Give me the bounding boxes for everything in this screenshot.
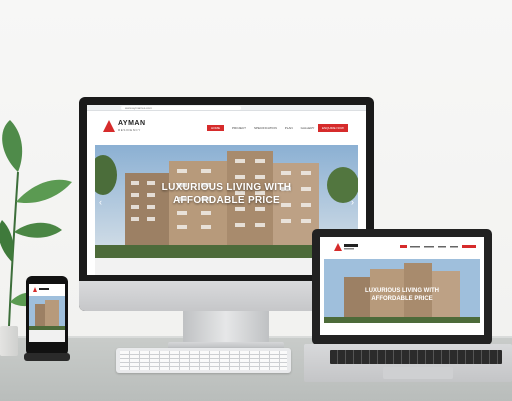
site-header: AYMAN RESIDENCY HOME PROJECT SPECIFICATI…	[87, 111, 366, 139]
imac-stand	[183, 311, 269, 345]
phone-screen	[29, 284, 65, 342]
nav-project[interactable]: PROJECT	[232, 125, 246, 131]
logo-name: AYMAN	[118, 120, 146, 127]
nav-specification[interactable]: SPECIFICATION	[254, 125, 277, 131]
enquire-button[interactable]: ENQUIRE NOW	[318, 124, 348, 132]
nav-plan[interactable]: PLAN	[285, 125, 293, 131]
laptop-keyboard	[330, 350, 502, 364]
carousel-next-icon[interactable]: ›	[351, 197, 354, 207]
site-logo[interactable]: AYMAN RESIDENCY	[103, 119, 158, 137]
scene: www.aymanres.com AYMAN RESIDENCY HOME PR…	[0, 0, 512, 401]
phone-dock	[24, 353, 70, 361]
laptop-trackpad	[383, 367, 453, 379]
keyboard	[116, 348, 291, 373]
nav-home[interactable]: HOME	[207, 125, 224, 131]
laptop: LUXURIOUS LIVING WITH AFFORDABLE PRICE	[312, 229, 492, 345]
laptop-hero-line1: LUXURIOUS LIVING WITH	[365, 288, 439, 294]
laptop-hero-line2: AFFORDABLE PRICE	[371, 296, 432, 302]
keyboard-keys	[120, 351, 287, 370]
hero-headline-line1: LUXURIOUS LIVING WITH	[161, 182, 292, 193]
carousel-prev-icon[interactable]: ‹	[99, 197, 102, 207]
plant-pot	[0, 326, 18, 356]
laptop-screen: LUXURIOUS LIVING WITH AFFORDABLE PRICE	[320, 237, 484, 335]
phone-website-preview	[29, 284, 65, 342]
logo-triangle-icon	[103, 120, 115, 132]
logo-sub: RESIDENCY	[118, 128, 141, 132]
hero-headline-line2: AFFORDABLE PRICE	[172, 195, 281, 206]
smartphone	[26, 276, 68, 356]
nav-gallery[interactable]: GALLERY	[301, 125, 315, 131]
laptop-website-preview: LUXURIOUS LIVING WITH AFFORDABLE PRICE	[320, 237, 484, 323]
